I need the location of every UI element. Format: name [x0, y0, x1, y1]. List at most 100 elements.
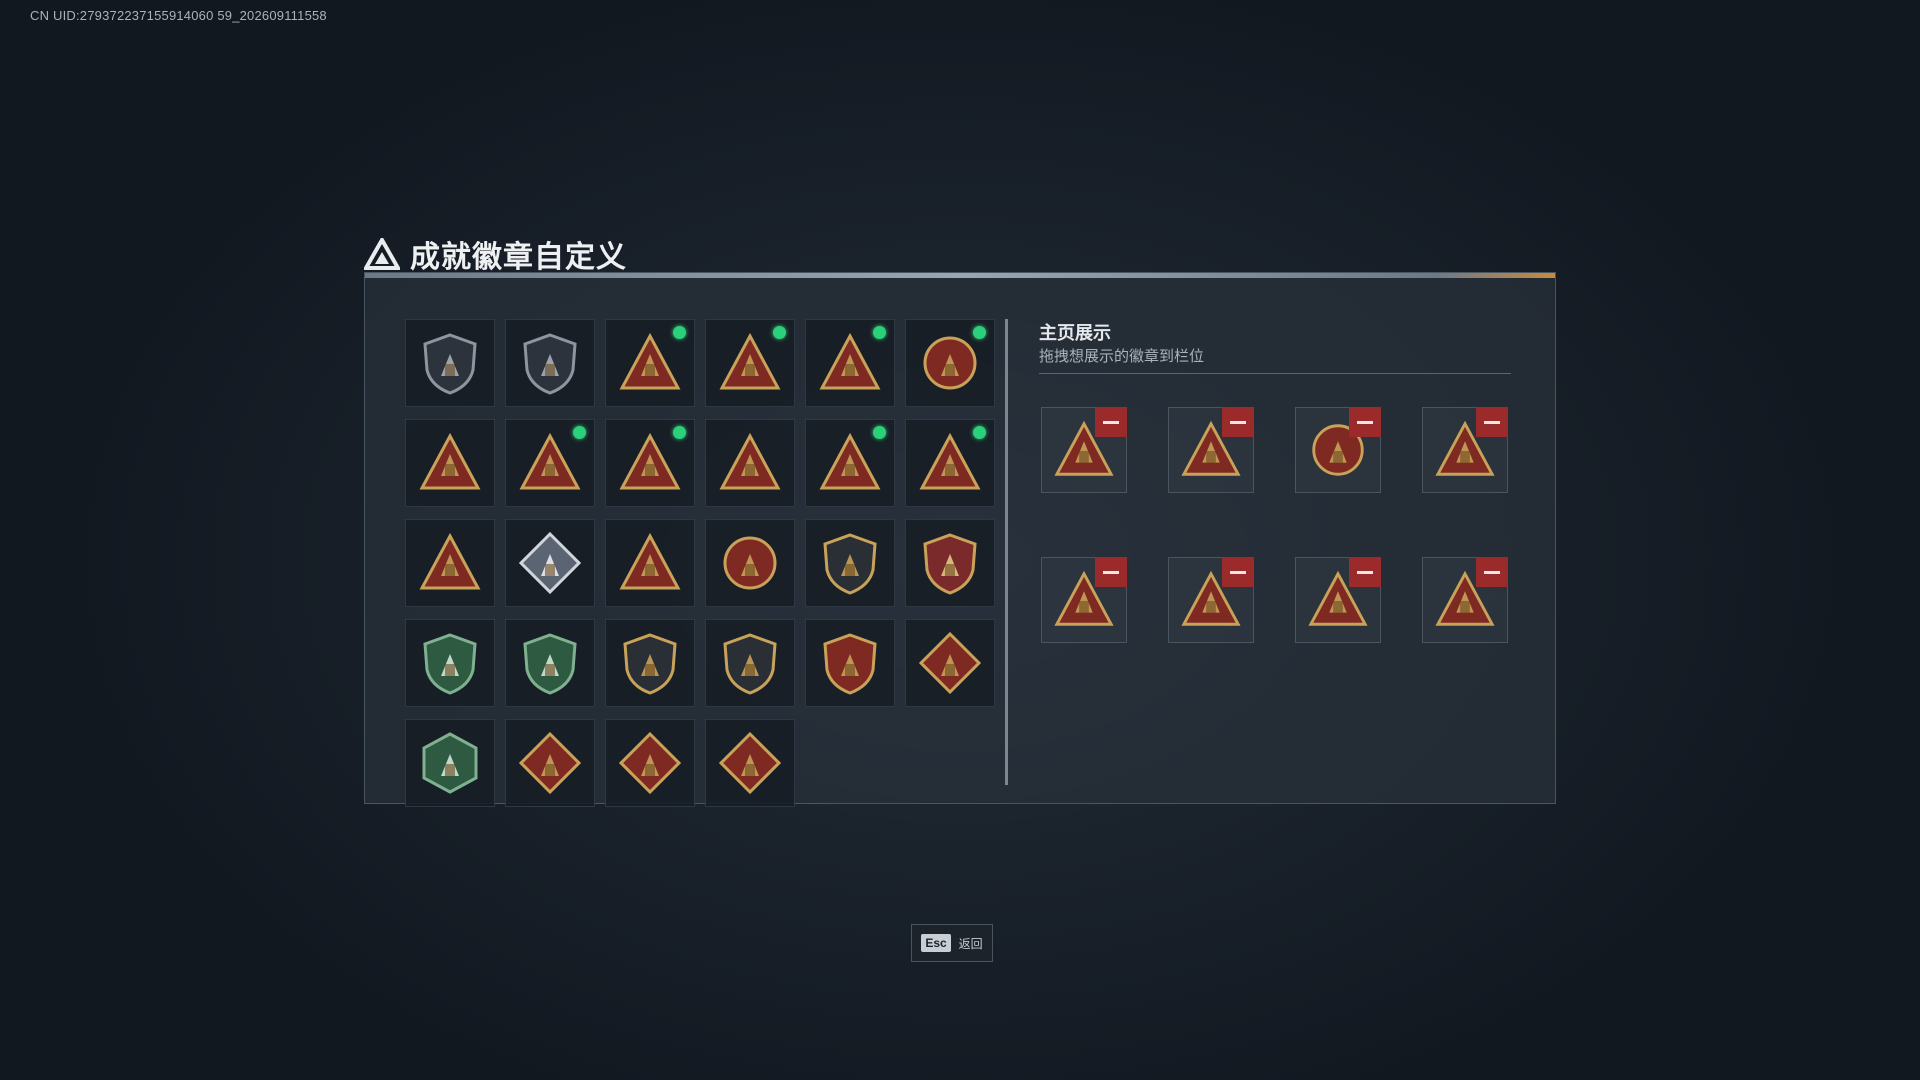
- green-lion-shield-badge-icon: [417, 630, 483, 696]
- red-wolf-diamond-badge-icon: [917, 630, 983, 696]
- gold-k1-triangle-badge-icon: [617, 330, 683, 396]
- red-dragon-diamond-badge-icon: [517, 730, 583, 796]
- showcase-slot[interactable]: [1168, 407, 1254, 493]
- remove-badge-button[interactable]: [1222, 557, 1254, 587]
- page-title: 成就徽章自定义: [410, 241, 627, 274]
- red-runner-diamond-badge-icon: [717, 730, 783, 796]
- badge-customization-panel: 主页展示 拖拽想展示的徽章到栏位: [364, 272, 1556, 807]
- panel-accent-bar: [365, 273, 1555, 278]
- badge-cell[interactable]: [805, 519, 895, 607]
- badge-cell[interactable]: [505, 519, 595, 607]
- badge-cell[interactable]: [805, 619, 895, 707]
- showcase-slot[interactable]: [1422, 557, 1508, 643]
- showcase-slots: [1041, 407, 1508, 643]
- minus-icon: [1103, 420, 1119, 424]
- green-fox-hexagon-badge-icon: [417, 730, 483, 796]
- minus-icon: [1230, 420, 1246, 424]
- badge-cell[interactable]: [405, 719, 495, 807]
- gold-58-triangle-badge-icon: [717, 330, 783, 396]
- badge-cell[interactable]: [905, 519, 995, 607]
- badge-cell[interactable]: [805, 419, 895, 507]
- new-indicator-dot: [673, 426, 686, 439]
- remove-badge-button[interactable]: [1349, 557, 1381, 587]
- minus-icon: [1357, 570, 1373, 574]
- panel-divider: [1005, 319, 1008, 785]
- badge-cell[interactable]: [905, 419, 995, 507]
- badge-cell[interactable]: [605, 419, 695, 507]
- showcase-title: 主页展示: [1039, 323, 1111, 343]
- minus-icon: [1230, 570, 1246, 574]
- back-button[interactable]: Esc 返回: [911, 924, 993, 962]
- badge-cell[interactable]: [805, 319, 895, 407]
- showcase-slot[interactable]: [1295, 407, 1381, 493]
- minus-icon: [1484, 420, 1500, 424]
- gold-soldiers-triangle-badge-icon: [417, 530, 483, 596]
- gold-bag-triangle-badge-icon: [817, 430, 883, 496]
- star-crest-shield-badge-icon: [917, 530, 983, 596]
- gold-rocket-triangle-badge-icon: [617, 530, 683, 596]
- remove-badge-button[interactable]: [1095, 407, 1127, 437]
- gray-triangle-shield-badge-icon: [417, 330, 483, 396]
- remove-badge-button[interactable]: [1349, 407, 1381, 437]
- gold-helmet-triangle-badge-icon: [517, 430, 583, 496]
- silver-rose-diamond-badge-icon: [517, 530, 583, 596]
- badge-cell[interactable]: [705, 719, 795, 807]
- showcase-slot[interactable]: [1041, 557, 1127, 643]
- new-indicator-dot: [773, 326, 786, 339]
- showcase-slot[interactable]: [1168, 557, 1254, 643]
- badge-cell[interactable]: [605, 719, 695, 807]
- badge-cell[interactable]: [905, 319, 995, 407]
- badge-cell[interactable]: [605, 519, 695, 607]
- badge-cell[interactable]: [405, 419, 495, 507]
- badge-cell[interactable]: [705, 619, 795, 707]
- badge-cell[interactable]: [505, 619, 595, 707]
- remove-badge-button[interactable]: [1222, 407, 1254, 437]
- green-crosshair-shield-badge-icon: [517, 630, 583, 696]
- showcase-slot[interactable]: [1295, 557, 1381, 643]
- dark-rifle-shield-badge-icon: [617, 630, 683, 696]
- uid-label: CN UID:279372237155914060 59_20260911155…: [30, 8, 327, 23]
- gold-hand-triangle-badge-icon: [417, 430, 483, 496]
- badge-cell[interactable]: [405, 319, 495, 407]
- new-indicator-dot: [873, 326, 886, 339]
- logo-triangle-icon: [364, 238, 400, 270]
- page-header: 成就徽章自定义: [364, 232, 627, 276]
- badge-cell[interactable]: [505, 419, 595, 507]
- gold-number-2-triangle-badge-icon: [717, 430, 783, 496]
- gold-59-winged-triangle-badge-icon: [817, 330, 883, 396]
- gold-anchor-shield-badge-icon: [817, 630, 883, 696]
- remove-badge-button[interactable]: [1095, 557, 1127, 587]
- gray-helicopter-shield-badge-icon: [517, 330, 583, 396]
- red-dragon-diamond-badge-icon: [617, 730, 683, 796]
- dark-shield-emblem-badge-icon: [817, 530, 883, 596]
- back-label: 返回: [958, 936, 983, 951]
- gold-eagle-crest-badge-icon: [917, 330, 983, 396]
- minus-icon: [1103, 570, 1119, 574]
- badge-cell[interactable]: [605, 319, 695, 407]
- new-indicator-dot: [973, 326, 986, 339]
- gold-number-1-triangle-badge-icon: [617, 430, 683, 496]
- remove-badge-button[interactable]: [1476, 407, 1508, 437]
- esc-key-icon: Esc: [921, 934, 951, 952]
- showcase-slot[interactable]: [1041, 407, 1127, 493]
- minus-icon: [1357, 420, 1373, 424]
- new-indicator-dot: [873, 426, 886, 439]
- badge-cell[interactable]: [705, 419, 795, 507]
- dark-slash-shield-badge-icon: [717, 630, 783, 696]
- gold-star-compass-badge-icon: [717, 530, 783, 596]
- badge-cell[interactable]: [505, 319, 595, 407]
- badge-cell[interactable]: [705, 519, 795, 607]
- new-indicator-dot: [673, 326, 686, 339]
- badge-cell[interactable]: [605, 619, 695, 707]
- badge-cell[interactable]: [705, 319, 795, 407]
- remove-badge-button[interactable]: [1476, 557, 1508, 587]
- badge-cell[interactable]: [905, 619, 995, 707]
- badge-cell[interactable]: [505, 719, 595, 807]
- gold-wreath-triangle-badge-icon: [917, 430, 983, 496]
- minus-icon: [1484, 570, 1500, 574]
- badge-collection-grid: [405, 319, 995, 807]
- new-indicator-dot: [973, 426, 986, 439]
- badge-cell[interactable]: [405, 519, 495, 607]
- badge-cell[interactable]: [405, 619, 495, 707]
- showcase-slot[interactable]: [1422, 407, 1508, 493]
